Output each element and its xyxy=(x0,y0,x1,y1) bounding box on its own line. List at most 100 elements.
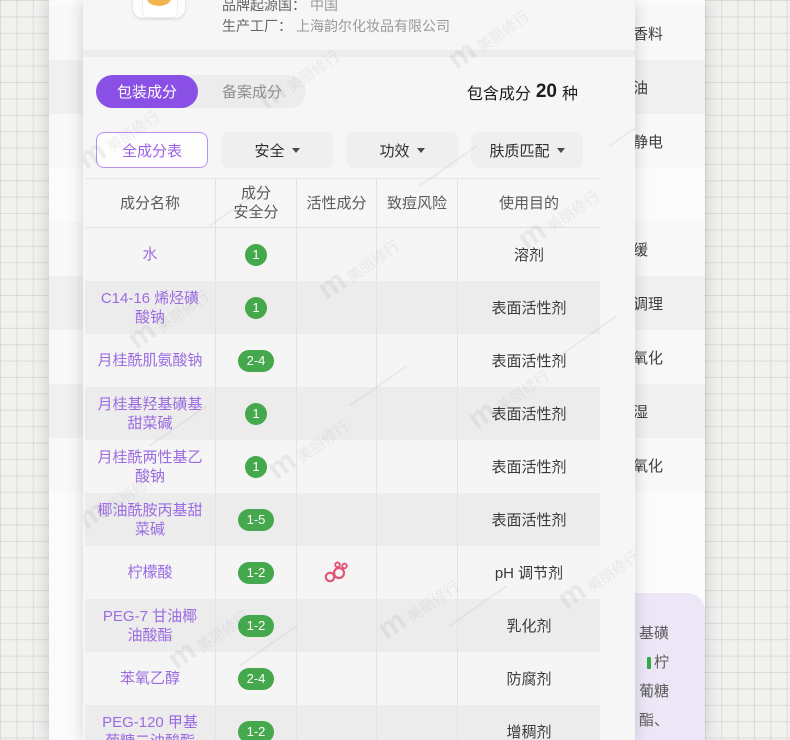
acne-risk-cell xyxy=(377,334,458,387)
active-ingredient-cell xyxy=(297,652,377,705)
table-row[interactable]: PEG-7 甘油椰油酸酯 1-2 乳化剂 xyxy=(85,599,600,652)
brand-origin-value: 中国 xyxy=(310,0,338,13)
chevron-down-icon xyxy=(417,148,425,153)
safety-score-cell: 1-2 xyxy=(216,705,297,740)
table-row[interactable]: 月桂酰两性基乙酸钠 1 表面活性剂 xyxy=(85,440,600,493)
usage-purpose-cell: 防腐剂 xyxy=(458,652,600,705)
ingredient-name-link[interactable]: 柠檬酸 xyxy=(85,546,216,599)
filter-skin-match-dropdown[interactable]: 肤质匹配 xyxy=(471,132,583,168)
section-divider xyxy=(83,50,635,57)
usage-purpose-cell: 表面活性剂 xyxy=(458,387,600,440)
safety-score-badge: 1 xyxy=(245,403,267,425)
ingredient-name-link[interactable]: PEG-7 甘油椰油酸酯 xyxy=(85,599,216,652)
ingredient-count-number: 20 xyxy=(536,81,557,103)
highlight-box-line: 柠 xyxy=(639,648,669,677)
watermark-text: m美丽修行 xyxy=(441,0,535,77)
acne-risk-cell xyxy=(377,281,458,334)
highlight-box-line: 葡糖 xyxy=(639,677,669,706)
ingredient-source-tabs: 包装成分 备案成分 xyxy=(96,75,306,108)
safety-score-cell: 1-2 xyxy=(216,599,297,652)
tab-filing-ingredients[interactable]: 备案成分 xyxy=(198,75,306,108)
usage-purpose-cell: 表面活性剂 xyxy=(458,440,600,493)
ingredient-name-link[interactable]: 月桂基羟基磺基甜菜碱 xyxy=(85,387,216,440)
safety-score-cell: 1-2 xyxy=(216,546,297,599)
active-ingredient-cell xyxy=(297,599,377,652)
header-usage-purpose: 使用目的 xyxy=(458,179,600,227)
active-ingredient-cell xyxy=(297,546,377,599)
acne-risk-cell xyxy=(377,387,458,440)
table-row[interactable]: C14-16 烯烃磺酸钠 1 表面活性剂 xyxy=(85,281,600,334)
header-active-ingredient: 活性成分 xyxy=(297,179,377,227)
ingredient-name-link[interactable]: 水 xyxy=(85,228,216,281)
acne-risk-cell xyxy=(377,546,458,599)
acne-risk-cell xyxy=(377,705,458,740)
chevron-down-icon xyxy=(292,148,300,153)
highlight-box-line: 酯、 xyxy=(639,706,669,735)
ingredient-name-link[interactable]: PEG-120 甲基葡糖二油酸酯 xyxy=(85,705,216,740)
active-ingredient-cell xyxy=(297,440,377,493)
safety-score-cell: 1 xyxy=(216,387,297,440)
filter-efficacy-label: 功效 xyxy=(379,140,409,161)
filter-efficacy-dropdown[interactable]: 功效 xyxy=(346,132,458,168)
ingredient-detail-panel: 品牌起源国： 中国 生产工厂：上海韵尔化妆品有限公司 包装成分 备案成分 包含成分… xyxy=(83,0,635,740)
safety-score-cell: 2-4 xyxy=(216,652,297,705)
safety-score-badge: 1 xyxy=(245,297,267,319)
usage-purpose-cell: pH 调节剂 xyxy=(458,546,600,599)
ingredient-name-link[interactable]: 椰油酰胺丙基甜菜碱 xyxy=(85,493,216,546)
filter-full-list-button[interactable]: 全成分表 xyxy=(96,132,208,168)
chevron-down-icon xyxy=(557,148,565,153)
table-row[interactable]: 柠檬酸 1-2 pH 调节剂 xyxy=(85,546,600,599)
molecule-icon xyxy=(323,561,350,584)
header-acne-risk: 致痘风险 xyxy=(377,179,458,227)
safety-score-badge: 1-5 xyxy=(238,509,274,531)
header-ingredient-name: 成分名称 xyxy=(85,179,216,227)
acne-risk-cell xyxy=(377,599,458,652)
table-row[interactable]: 苯氧乙醇 2-4 防腐剂 xyxy=(85,652,600,705)
ingredient-count-suffix: 种 xyxy=(562,80,578,104)
safety-score-badge: 1 xyxy=(245,244,267,266)
acne-risk-cell xyxy=(377,440,458,493)
ingredient-count: 包含成分 20 种 xyxy=(467,80,578,104)
safety-score-badge: 2-4 xyxy=(238,350,274,372)
safety-score-badge: 2-4 xyxy=(238,668,274,690)
active-ingredient-cell xyxy=(297,334,377,387)
ingredient-name-link[interactable]: 苯氧乙醇 xyxy=(85,652,216,705)
table-row[interactable]: 月桂基羟基磺基甜菜碱 1 表面活性剂 xyxy=(85,387,600,440)
usage-purpose-cell: 溶剂 xyxy=(458,228,600,281)
acne-risk-cell xyxy=(377,493,458,546)
usage-purpose-cell: 表面活性剂 xyxy=(458,493,600,546)
factory-label: 生产工厂： xyxy=(222,18,292,34)
header-safety-score: 成分 安全分 xyxy=(216,179,297,227)
ingredient-name-link[interactable]: 月桂酰肌氨酸钠 xyxy=(85,334,216,387)
safety-score-badge: 1 xyxy=(245,456,267,478)
brand-origin-label: 品牌起源国： xyxy=(222,0,306,13)
safety-score-cell: 1 xyxy=(216,281,297,334)
acne-risk-cell xyxy=(377,228,458,281)
ingredient-name-link[interactable]: 月桂酰两性基乙酸钠 xyxy=(85,440,216,493)
safety-score-cell: 1 xyxy=(216,228,297,281)
safety-score-cell: 1 xyxy=(216,440,297,493)
factory-line: 生产工厂：上海韵尔化妆品有限公司 xyxy=(222,16,450,36)
filter-safety-dropdown[interactable]: 安全 xyxy=(221,132,333,168)
active-ingredient-cell xyxy=(297,705,377,740)
acne-risk-cell xyxy=(377,652,458,705)
active-ingredient-cell xyxy=(297,281,377,334)
table-row[interactable]: 月桂酰肌氨酸钠 2-4 表面活性剂 xyxy=(85,334,600,387)
usage-purpose-cell: 表面活性剂 xyxy=(458,334,600,387)
safety-score-badge: 1-2 xyxy=(238,615,274,637)
table-row[interactable]: 水 1 溶剂 xyxy=(85,228,600,281)
filter-safety-label: 安全 xyxy=(254,140,284,161)
brand-origin-line: 品牌起源国： 中国 xyxy=(222,0,338,15)
ingredient-count-prefix: 包含成分 xyxy=(467,80,531,104)
watermark-stroke xyxy=(609,105,635,147)
active-ingredient-cell xyxy=(297,493,377,546)
highlight-box-text: 基磺柠葡糖酯、 xyxy=(639,619,669,735)
factory-value: 上海韵尔化妆品有限公司 xyxy=(296,18,450,34)
tab-packaging-ingredients[interactable]: 包装成分 xyxy=(96,75,198,108)
screenshot-canvas: { "product": { "brand_origin_label": "品牌… xyxy=(0,0,790,740)
table-row[interactable]: 椰油酰胺丙基甜菜碱 1-5 表面活性剂 xyxy=(85,493,600,546)
ingredient-table-header: 成分名称 成分 安全分 活性成分 致痘风险 使用目的 xyxy=(85,178,600,228)
table-row[interactable]: PEG-120 甲基葡糖二油酸酯 1-2 增稠剂 xyxy=(85,705,600,740)
active-ingredient-cell xyxy=(297,228,377,281)
ingredient-name-link[interactable]: C14-16 烯烃磺酸钠 xyxy=(85,281,216,334)
